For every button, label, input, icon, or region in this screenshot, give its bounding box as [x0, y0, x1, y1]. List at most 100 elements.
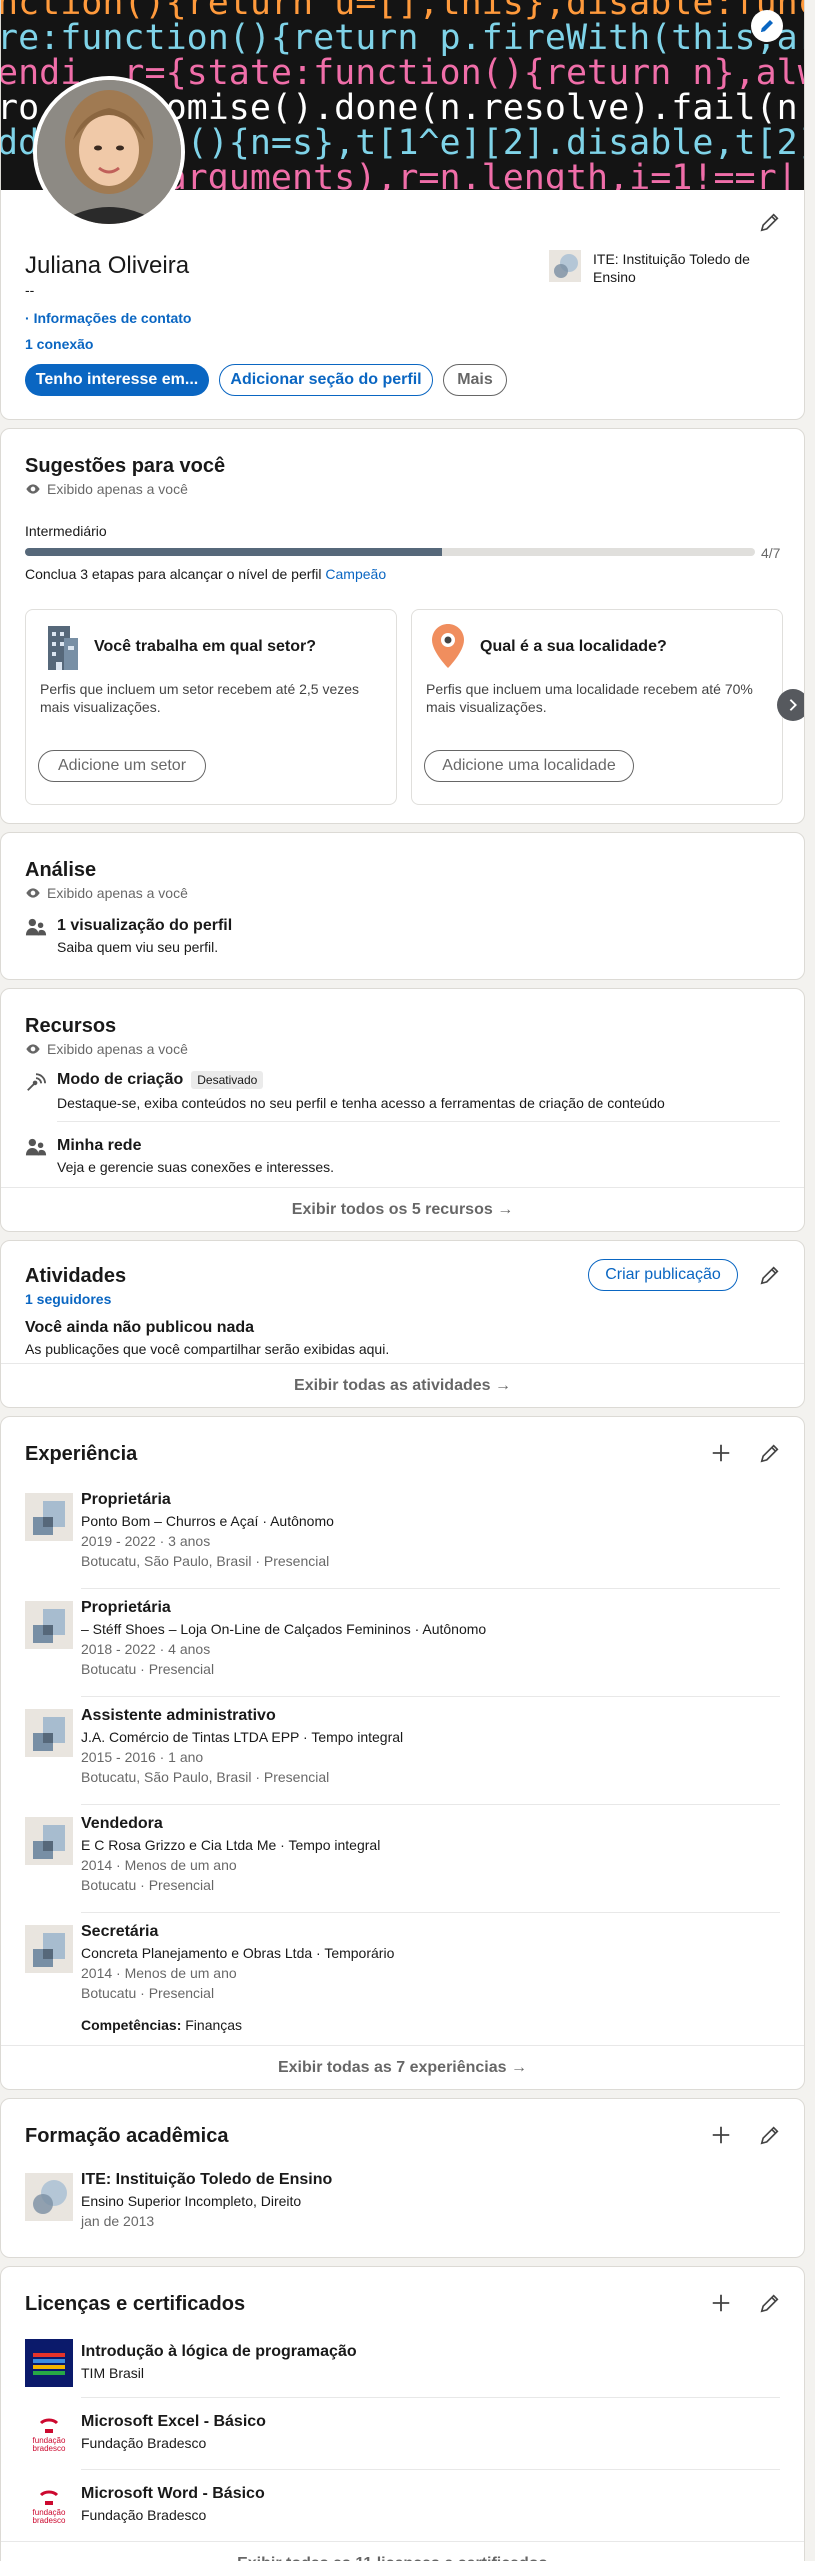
edit-licenses-button[interactable]: [752, 2285, 788, 2321]
avatar[interactable]: [33, 76, 185, 228]
experience-title-text: Proprietária: [81, 1599, 171, 1616]
license-issuer: TIM Brasil: [81, 2365, 144, 2381]
my-network-item[interactable]: Minha rede Veja e gerencie suas conexões…: [25, 1135, 780, 1181]
experience-item[interactable]: Proprietária – Stéff Shoes – Loja On-Lin…: [25, 1597, 780, 1689]
carousel-next-button[interactable]: [777, 689, 804, 721]
experience-location: Botucatu, São Paulo, Brasil · Presencial: [81, 1553, 330, 1569]
activity-card: Atividades 1 seguidores Criar publicação…: [0, 1240, 805, 1408]
suggestion-desc: Perfis que incluem um setor recebem até …: [40, 681, 360, 715]
license-item[interactable]: fundação bradesco Microsoft Word - Básico…: [25, 2481, 780, 2533]
pencil-icon: [760, 1444, 779, 1463]
add-license-button[interactable]: [703, 2285, 739, 2321]
broadcast-icon: [27, 1073, 46, 1091]
followers-count[interactable]: 1 seguidores: [25, 1291, 111, 1307]
experience-title-text: Secretária: [81, 1923, 159, 1940]
show-all-resources-link[interactable]: Exibir todos os 5 recursos →: [1, 1187, 804, 1231]
license-name: Introdução à lógica de programação: [81, 2343, 357, 2360]
people-icon: [25, 918, 47, 936]
profile-top-card: nction(){return u=[],this},disable:funct…: [0, 0, 805, 420]
create-post-button[interactable]: Criar publicação: [588, 1259, 738, 1291]
experience-item[interactable]: Secretária Concreta Planejamento e Obras…: [25, 1921, 780, 2041]
edit-education-button[interactable]: [752, 2117, 788, 2153]
location-pin-icon: [432, 624, 464, 668]
education-card: Formação acadêmica ITE: Instituição Tole…: [0, 2098, 805, 2258]
profile-strength-bar: [25, 548, 755, 556]
experience-dates: 2014 · Menos de um ano: [81, 1965, 237, 1981]
analytics-card: Análise Exibido apenas a você 1 visualiz…: [0, 832, 805, 980]
edit-intro-button[interactable]: [752, 204, 788, 240]
school-logo: [25, 2173, 73, 2221]
add-profile-section-button[interactable]: Adicionar seção do perfil: [219, 364, 433, 396]
profile-level: Intermediário: [25, 523, 107, 539]
eye-icon: [26, 1044, 40, 1054]
my-network-title: Minha rede: [57, 1137, 142, 1154]
bradesco-logo-text: bradesco: [33, 2444, 66, 2453]
experience-item[interactable]: Vendedora E C Rosa Grizzo e Cia Ltda Me …: [25, 1813, 780, 1905]
open-to-button[interactable]: Tenho interesse em...: [25, 364, 209, 396]
connections-link[interactable]: 1 conexão: [25, 336, 93, 352]
pencil-icon: [761, 20, 773, 32]
add-location-button[interactable]: Adicione uma localidade: [424, 750, 634, 782]
eye-icon: [26, 484, 40, 494]
private-notice: Exibido apenas a você: [25, 481, 188, 497]
experience-dates: 2018 - 2022 · 4 anos: [81, 1641, 211, 1657]
edit-experience-button[interactable]: [752, 1435, 788, 1471]
contact-info-link[interactable]: · Informações de contato: [25, 310, 191, 326]
experience-location: Botucatu · Presencial: [81, 1877, 215, 1893]
resources-card: Recursos Exibido apenas a você Modo de c…: [0, 988, 805, 1232]
license-item[interactable]: Introdução à lógica de programação TIM B…: [25, 2339, 780, 2391]
pencil-icon: [760, 213, 779, 232]
add-experience-button[interactable]: [703, 1435, 739, 1471]
show-all-licenses-link[interactable]: Exibir todas as 11 licenças e certificad…: [1, 2541, 804, 2561]
divider: [81, 2469, 780, 2470]
experience-item[interactable]: Assistente administrativo J.A. Comércio …: [25, 1705, 780, 1797]
company-logo: [25, 1709, 73, 1757]
edit-activity-button[interactable]: [752, 1257, 788, 1293]
people-icon: [25, 1138, 47, 1156]
education-item[interactable]: ITE: Instituição Toledo de Ensino Ensino…: [25, 2169, 780, 2235]
avatar-photo: [37, 80, 181, 224]
suggestions-card: Sugestões para você Exibido apenas a voc…: [0, 428, 805, 824]
creator-mode-badge: Desativado: [191, 1071, 264, 1089]
suggestions-title: Sugestões para você: [25, 455, 226, 477]
education-summary-label: ITE: Instituição Toledo de Ensino: [593, 251, 750, 285]
bradesco-logo-text: bradesco: [33, 2516, 66, 2525]
skills-label: Competências:: [81, 2017, 182, 2033]
more-button[interactable]: Mais: [443, 364, 507, 396]
experience-location: Botucatu, São Paulo, Brasil · Presencial: [81, 1769, 330, 1785]
profile-page: { "colors":{"brand":"#0a66c2","backgroun…: [0, 0, 815, 2561]
profile-views-desc: Saiba quem viu seu perfil.: [57, 939, 219, 955]
company-logo: [25, 1925, 73, 1973]
champion-link[interactable]: Campeão: [325, 566, 386, 582]
degree: Ensino Superior Incompleto, Direito: [81, 2193, 302, 2209]
profile-strength-fill: [25, 548, 443, 556]
banner-code-line: re:function(){return p.fireWith(this,arg…: [1, 18, 804, 58]
tim-logo: [25, 2339, 73, 2387]
license-issuer: Fundação Bradesco: [81, 2435, 207, 2451]
experience-location: Botucatu · Presencial: [81, 1985, 215, 2001]
add-education-button[interactable]: [703, 2117, 739, 2153]
experience-dates: 2019 - 2022 · 3 anos: [81, 1533, 211, 1549]
private-notice: Exibido apenas a você: [25, 1041, 188, 1057]
pencil-icon: [760, 2126, 779, 2145]
contact-info-label: Informações de contato: [33, 310, 192, 326]
creator-mode-item[interactable]: Modo de criação Desativado Destaque-se, …: [25, 1069, 780, 1119]
license-name: Microsoft Word - Básico: [81, 2485, 265, 2502]
show-all-experience-link[interactable]: Exibir todas as 7 experiências →: [1, 2045, 804, 2089]
education-summary[interactable]: ITE: Instituição Toledo de Ensino: [549, 250, 779, 286]
profile-views-item[interactable]: 1 visualização do perfil Saiba quem viu …: [25, 915, 780, 959]
show-all-activity-link[interactable]: Exibir todas as atividades →: [1, 1363, 804, 1407]
company-logo: [25, 1493, 73, 1541]
experience-item[interactable]: Proprietária Ponto Bom – Churros e Açaí …: [25, 1489, 780, 1581]
edit-banner-button[interactable]: [751, 10, 783, 42]
no-posts-desc: As publicações que você compartilhar ser…: [25, 1341, 390, 1357]
experience-location: Botucatu · Presencial: [81, 1661, 215, 1677]
chevron-right-icon: [789, 699, 797, 711]
license-item[interactable]: fundação bradesco Microsoft Excel - Básic…: [25, 2409, 780, 2461]
experience-title-text: Vendedora: [81, 1815, 163, 1832]
private-notice: Exibido apenas a você: [25, 885, 188, 901]
divider: [57, 1121, 780, 1122]
experience-title-text: Assistente administrativo: [81, 1707, 276, 1724]
add-industry-button[interactable]: Adicione um setor: [38, 750, 206, 782]
private-notice-text: Exibido apenas a você: [47, 1041, 188, 1057]
